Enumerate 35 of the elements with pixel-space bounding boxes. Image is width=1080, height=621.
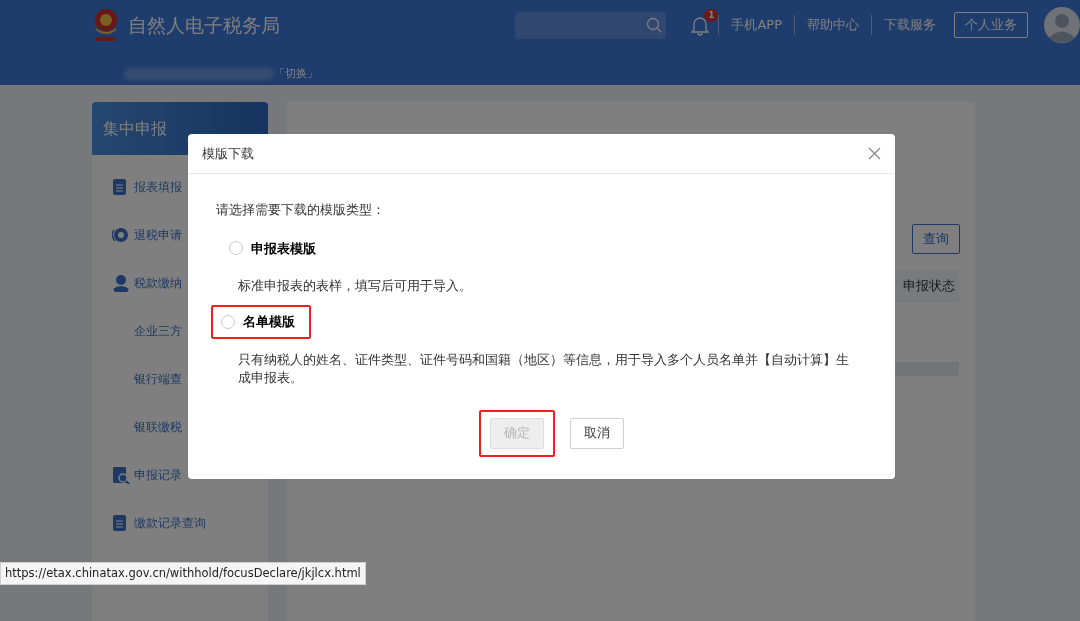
header-link[interactable]: 帮助中心 <box>794 15 871 35</box>
close-icon <box>868 147 881 160</box>
column-header: 申报状态 <box>903 276 956 295</box>
radio-circle <box>229 241 243 256</box>
personal-business-button[interactable]: 个人业务 <box>954 12 1028 38</box>
option-description: 只有纳税人的姓名、证件类型、证件号码和国籍（地区）等信息，用于导入多个人员名单并【自动计算】生成申报表。 <box>238 350 850 387</box>
bell-icon[interactable] <box>690 14 711 36</box>
sidebar-item[interactable]: 银联缴税 <box>134 418 182 436</box>
sidebar-item[interactable]: 退税申请 <box>134 226 182 244</box>
emblem-logo <box>92 7 120 43</box>
radio-circle <box>221 314 235 329</box>
header-link[interactable]: 下载服务 <box>871 15 948 35</box>
status-url: https://etax.chinatax.gov.cn/withhold/focusDeclare/jkjlcx.html <box>0 562 366 586</box>
sidebar-icon <box>112 226 130 244</box>
prompt-text: 请选择需要下载的模版类型： <box>216 201 386 219</box>
sidebar-icon <box>112 274 130 292</box>
sidebar-item[interactable]: 银行端查 <box>134 370 182 388</box>
query-button[interactable]: 查询 <box>912 224 960 254</box>
sidebar-item[interactable]: 税款缴纳 <box>134 274 182 292</box>
radio-option[interactable]: 名单模版 <box>211 305 311 339</box>
radio-option[interactable]: 申报表模版 <box>219 231 326 265</box>
sidebar-icon <box>112 466 130 484</box>
sidebar-item[interactable]: 企业三方 <box>134 322 182 340</box>
close-button[interactable] <box>868 147 881 160</box>
avatar-icon[interactable] <box>1044 7 1080 43</box>
sidebar-item[interactable]: 缴款记录查询 <box>134 514 206 532</box>
search-icon <box>646 17 663 33</box>
header-link[interactable]: 手机APP <box>718 15 794 35</box>
sidebar-item[interactable]: 报表填报 <box>134 178 182 196</box>
notification-badge: 1 <box>704 8 719 22</box>
site-title: 自然人电子税务局 <box>128 12 280 38</box>
option-description: 标准申报表的表样，填写后可用于导入。 <box>238 277 473 295</box>
sidebar-item[interactable]: 申报记录 <box>134 466 182 484</box>
switch-account-link[interactable]: 「切换」 <box>274 66 318 83</box>
cancel-button[interactable]: 取消 <box>569 418 624 449</box>
